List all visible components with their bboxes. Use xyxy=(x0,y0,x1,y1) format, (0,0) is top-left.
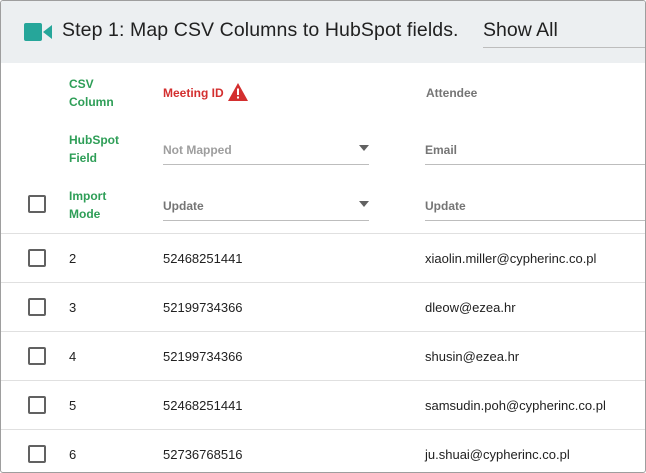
import-mode-label: Import Mode xyxy=(69,187,139,223)
attendee-cell: ju.shuai@cypherinc.co.pl xyxy=(425,447,570,462)
csv-column-label-line2: Column xyxy=(69,95,114,109)
import-mode-label-line1: Import xyxy=(69,189,107,203)
row-number: 3 xyxy=(69,300,77,315)
table-row: 3 52199734366 dleow@ezea.hr xyxy=(1,283,645,332)
hubspot-field-label-line1: HubSpot xyxy=(69,133,119,147)
table-row: 6 52736768516 ju.shuai@cypherinc.co.pl xyxy=(1,430,645,472)
meeting-id-field-select[interactable]: Not Mapped xyxy=(163,139,369,165)
table-row: 4 52199734366 shusin@ezea.hr xyxy=(1,332,645,381)
row-number: 2 xyxy=(69,251,77,266)
select-all-checkbox[interactable] xyxy=(28,195,46,213)
attendee-cell: samsudin.poh@cypherinc.co.pl xyxy=(425,398,606,413)
meeting-id-cell: 52199734366 xyxy=(163,349,243,364)
hubspot-field-label-line2: Field xyxy=(69,151,98,165)
column-meeting-id: Meeting ID xyxy=(163,86,224,100)
meeting-id-mode-select[interactable]: Update xyxy=(163,195,369,221)
attendee-cell: shusin@ezea.hr xyxy=(425,349,520,364)
attendee-mode-value: Update xyxy=(425,199,466,213)
row-checkbox[interactable] xyxy=(28,298,46,316)
meeting-id-cell: 52468251441 xyxy=(163,398,243,413)
attendee-field-value: Email xyxy=(425,143,458,157)
attendee-field-select[interactable]: Email xyxy=(425,139,645,165)
row-checkbox[interactable] xyxy=(28,445,46,463)
video-camera-icon xyxy=(24,23,52,41)
step-title: Step 1: Map CSV Columns to HubSpot field… xyxy=(62,19,459,41)
show-all-underline xyxy=(483,47,645,48)
attendee-mode-select[interactable]: Update xyxy=(425,195,645,221)
hubspot-field-label: HubSpot Field xyxy=(69,131,139,167)
table-row: 5 52468251441 samsudin.poh@cypherinc.co.… xyxy=(1,381,645,430)
meeting-id-mode-value: Update xyxy=(163,199,204,213)
import-mode-label-line2: Mode xyxy=(69,207,101,221)
row-checkbox[interactable] xyxy=(28,396,46,414)
table-row: 2 52468251441 xiaolin.miller@cypherinc.c… xyxy=(1,234,645,283)
chevron-down-icon xyxy=(359,145,369,151)
chevron-down-icon xyxy=(359,201,369,207)
attendee-cell: xiaolin.miller@cypherinc.co.pl xyxy=(425,251,597,266)
row-number: 4 xyxy=(69,349,77,364)
meeting-id-cell: 52468251441 xyxy=(163,251,243,266)
row-checkbox[interactable] xyxy=(28,347,46,365)
step-header: Step 1: Map CSV Columns to HubSpot field… xyxy=(1,1,645,63)
row-number: 6 xyxy=(69,447,77,462)
row-number: 5 xyxy=(69,398,77,413)
import-mapping-panel: Step 1: Map CSV Columns to HubSpot field… xyxy=(0,0,646,473)
csv-column-label: CSV Column xyxy=(69,75,139,111)
meeting-id-cell: 52736768516 xyxy=(163,447,243,462)
meeting-id-cell: 52199734366 xyxy=(163,300,243,315)
attendee-cell: dleow@ezea.hr xyxy=(425,300,516,315)
csv-column-label-line1: CSV xyxy=(69,77,94,91)
warning-icon[interactable] xyxy=(228,83,248,101)
meeting-id-field-value: Not Mapped xyxy=(163,143,232,157)
show-all-dropdown[interactable]: Show All xyxy=(483,19,558,42)
row-checkbox[interactable] xyxy=(28,249,46,267)
column-attendee: Attendee xyxy=(426,86,478,100)
